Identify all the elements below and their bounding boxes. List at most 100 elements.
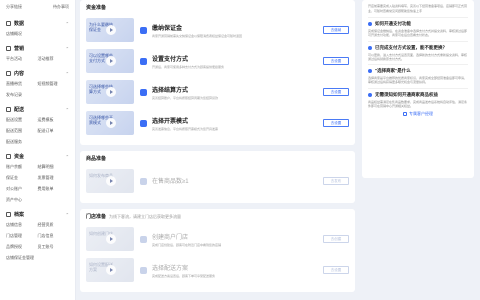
task-action-button[interactable]: 去设置: [323, 119, 349, 127]
task-action-button[interactable]: 去发布: [323, 177, 349, 185]
faq-answer: 可以更换，进入支付方式设置页面，选择新的支付方式重新提交资料，审核通过后将替换原…: [368, 52, 468, 61]
play-icon: [106, 176, 116, 186]
task-desc: 商家开通营销前需先交纳保证金以保障消费者权益保证金可随时退回: [152, 33, 243, 38]
task-row: 可选择哪些开票模式 选择开票模式 完善发票信息，平台将按照开票模式为您开具发票 去设置: [86, 110, 349, 136]
video-thumbnail[interactable]: 为什么要缴纳保证金: [86, 18, 134, 42]
sidebar-section: 配送 ⌃ 配送设置 运费模板 配送范围 配送订单 配送服务: [6, 106, 69, 145]
task-action-button[interactable]: 去设置: [323, 57, 349, 65]
sidebar-item[interactable]: 平台活动: [6, 56, 38, 62]
sidebar-item[interactable]: 资产中心: [6, 197, 38, 203]
task-action-button[interactable]: 去创建: [323, 235, 349, 243]
chevron-up-icon: ⌃: [65, 21, 69, 26]
task-card: 商品准备 如何发布商品 在售商品数≥1 去发布: [80, 151, 355, 203]
sidebar-item[interactable]: 店铺信息: [6, 222, 38, 228]
sidebar-item[interactable]: 配送服务: [6, 139, 38, 145]
sidebar-item[interactable]: 运费模板: [38, 117, 70, 123]
play-icon: [106, 87, 116, 97]
help-panel: 开店前需要完成入驻资料填写，完善以下经营准备事项后，店铺即可正式营业，可随时查看…: [362, 0, 474, 178]
sidebar-item[interactable]: 结算明细: [38, 164, 70, 170]
account-manager-link[interactable]: 专属客户经理: [368, 111, 468, 117]
todo-link[interactable]: 待办事项: [53, 4, 69, 10]
task-title: 选择结算方式: [152, 87, 189, 94]
sidebar-section-header[interactable]: 内容 ⌃: [6, 70, 69, 77]
chevron-up-icon: ⌃: [65, 154, 69, 159]
help-intro: 开店前需要完成入驻资料填写，完善以下经营准备事项后，店铺即可正式营业，可随时查看…: [368, 4, 468, 13]
faq-item[interactable]: "选择商家"是什么 选择商家是平台推荐的优质商家标识，商家完成全部经营准备后即可申…: [368, 64, 468, 85]
faq-bullet-icon: [368, 22, 372, 26]
task-icon: [140, 57, 147, 65]
faq-item[interactable]: 如何开通支付功能 完成保证金缴纳后，在资金准备中选择支付方式并提交资料，审核通过后…: [368, 17, 468, 38]
sidebar-item[interactable]: 配送范围: [6, 128, 38, 134]
sidebar-top: 分享链接 待办事项: [6, 4, 69, 10]
card-title: 门店准备 为线下客流，请建立门店后获取更多流量: [86, 214, 182, 220]
task-icon: [140, 26, 147, 34]
faq-answer: 完成保证金缴纳后，在资金准备中选择支付方式并提交资料，审核通过后即可开通支付功能…: [368, 29, 468, 38]
section-title: 营销: [14, 46, 25, 52]
faq-question: 已完成支付方式设置，能不能更换？: [368, 45, 468, 51]
task-action-button[interactable]: 去设置: [323, 266, 349, 274]
sidebar-section-header[interactable]: 数据 ⌃: [6, 20, 69, 27]
video-thumbnail[interactable]: 如何发布商品: [86, 169, 134, 193]
section-title: 数据: [14, 21, 25, 27]
sidebar-item[interactable]: 门店信息: [38, 233, 70, 239]
task-icon: [140, 88, 147, 96]
section-icon: [6, 21, 11, 26]
sidebar-section: 档案 ⌃ 店铺信息 经营资质 门店管理 门店信息 品牌授权 员工账号 店铺保证金管理: [6, 211, 69, 261]
sidebar-section-header[interactable]: 营销 ⌃: [6, 45, 69, 52]
chevron-up-icon: ⌃: [65, 212, 69, 217]
sidebar-item[interactable]: 直播带货: [6, 81, 38, 87]
sidebar-item[interactable]: 配送设置: [6, 117, 38, 123]
sidebar-item[interactable]: 活动推荐: [38, 56, 70, 62]
video-thumbnail[interactable]: 如何设置配送方案: [86, 258, 134, 282]
sidebar-item[interactable]: 短视频管理: [38, 81, 70, 87]
faq-question: 如何开通支付功能: [368, 21, 468, 27]
sidebar-section: 资金 ⌃ 账户余额 结算明细 保证金 发票管理 对公账户 费用账单 资产中心: [6, 153, 69, 203]
task-card: 资金准备 为什么要缴纳保证金 缴纳保证金 商家开通营销前需先交纳保证金以保障消费者权益…: [80, 0, 355, 145]
faq-bullet-icon: [368, 69, 372, 74]
task-row: 如何创建门店 创建商户门店 完成门店创建后，顾客可在附近门店中看到您的店铺 去创建: [86, 226, 349, 252]
sidebar-item[interactable]: 经营资质: [38, 222, 70, 228]
task-action-button[interactable]: 去设置: [323, 88, 349, 96]
play-icon: [106, 265, 116, 275]
video-thumbnail[interactable]: 可以设置哪些支付方式: [86, 49, 134, 73]
task-title: 设置支付方式: [152, 56, 189, 63]
sidebar-item[interactable]: 费用账单: [38, 186, 70, 192]
section-icon: [6, 154, 11, 159]
task-row: 如何设置配送方案 选择配送方案 完成配送方案设置后，顾客下单可享受配送服务 去设置: [86, 257, 349, 283]
play-icon: [106, 118, 116, 128]
sidebar-item[interactable]: 员工账号: [38, 244, 70, 250]
sidebar-item[interactable]: 配送订单: [38, 128, 70, 134]
faq-answer: 商品权益需满足在售商品数要求，完成商品发布后系统将自动评估，满足条件即可在营销中…: [368, 99, 468, 109]
play-icon: [106, 25, 116, 35]
sidebar-item[interactable]: 店铺概况: [6, 31, 22, 36]
section-icon: [6, 46, 11, 51]
sidebar-item[interactable]: 店铺保证金管理: [6, 255, 38, 261]
sidebar-item[interactable]: 账户余额: [6, 164, 38, 170]
task-desc: 开通后，商家可使用多种支付方式为顾客提供便捷服务: [152, 64, 225, 69]
task-icon: [140, 266, 147, 274]
section-title: 资金: [14, 154, 25, 160]
sidebar-section-header[interactable]: 资金 ⌃: [6, 153, 69, 160]
task-row: 可选择哪些结算方式 选择结算方式 完善结算账户，平台将按照结算周期为您结算货款 去设置: [86, 79, 349, 105]
sidebar-item[interactable]: 发票管理: [38, 175, 70, 181]
task-action-button[interactable]: 去缴纳: [323, 26, 349, 34]
task-icon: [140, 119, 147, 127]
sidebar-item[interactable]: 门店管理: [6, 233, 38, 239]
video-thumbnail[interactable]: 如何创建门店: [86, 227, 134, 251]
faq-item[interactable]: 无需须知如何开通商家商品权益 商品权益需满足在售商品数要求，完成商品发布后系统将自…: [368, 87, 468, 109]
sidebar-section-header[interactable]: 档案 ⌃: [6, 211, 69, 218]
sidebar-item[interactable]: 保证金: [6, 175, 38, 181]
sidebar-section-header[interactable]: 配送 ⌃: [6, 106, 69, 113]
faq-item[interactable]: 已完成支付方式设置，能不能更换？ 可以更换，进入支付方式设置页面，选择新的支付方式…: [368, 40, 468, 62]
chevron-up-icon: ⌃: [65, 71, 69, 76]
sidebar-item[interactable]: 发布记录: [6, 92, 38, 98]
sidebar-item[interactable]: 对公账户: [6, 186, 38, 192]
task-desc: 完善结算账户，平台将按照结算周期为您结算货款: [152, 95, 219, 100]
video-thumbnail[interactable]: 可选择哪些开票模式: [86, 111, 134, 135]
section-icon: [6, 71, 11, 76]
sidebar-item[interactable]: 品牌授权: [6, 244, 38, 250]
faq-question: 无需须知如何开通商家商品权益: [368, 92, 468, 98]
share-link[interactable]: 分享链接: [6, 4, 22, 10]
section-title: 配送: [14, 107, 25, 113]
video-thumbnail[interactable]: 可选择哪些结算方式: [86, 80, 134, 104]
